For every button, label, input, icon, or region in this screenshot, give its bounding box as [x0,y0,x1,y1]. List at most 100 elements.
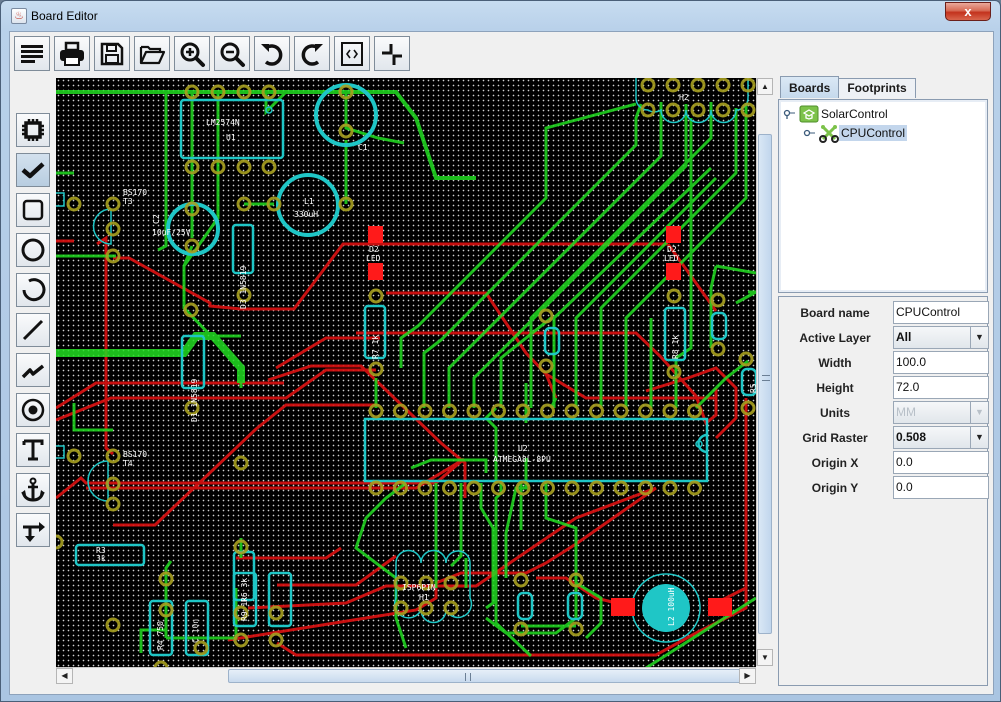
r5-ref-label: R5 [749,383,756,393]
height-field[interactable]: 72.0 [893,376,989,399]
save-button[interactable] [94,36,130,71]
prop-active-layer: Active Layer All ▼ [779,326,989,350]
r7-label: R7 1k [371,335,380,359]
tool-circle[interactable] [16,233,50,267]
code-icon [341,41,363,66]
window-title: Board Editor [31,9,98,23]
pad [589,403,604,419]
scroll-left-arrow[interactable]: ◀ [56,668,73,684]
tool-arc[interactable] [16,273,50,307]
tool-move[interactable] [16,513,50,547]
tree-item-solarcontrol[interactable]: SolarControl [783,105,890,123]
origin-y-field[interactable]: 0.0 [893,476,989,499]
close-button[interactable]: x [945,2,991,21]
origin-x-field[interactable]: 0.0 [893,451,989,474]
vertical-scrollbar[interactable]: ▲ ▼ [756,78,773,666]
chevron-down-icon[interactable]: ▼ [970,327,988,348]
combo-value: MM [896,405,916,419]
tool-palette [16,113,50,547]
d1-label: D1 1N5819 [190,378,199,422]
pad [640,78,656,93]
d2b-value-label: LED [664,254,679,263]
tree-label: SolarControl [821,107,888,121]
track [277,554,397,587]
pad [665,102,681,118]
pad [393,403,408,419]
grid-raster-select[interactable]: 0.508 ▼ [893,426,989,449]
width-field[interactable]: 100.0 [893,351,989,374]
t3-left-pad-outline [56,192,65,207]
menu-button[interactable] [14,36,50,71]
active-layer-select[interactable]: All ▼ [893,326,989,349]
prop-origin-y: Origin Y 0.0 [779,476,989,500]
pad [105,617,121,633]
print-button[interactable] [54,36,90,71]
tab-boards[interactable]: Boards [780,76,840,98]
tool-track[interactable] [16,353,50,387]
tool-line[interactable] [16,313,50,347]
scroll-up-arrow[interactable]: ▲ [757,78,773,95]
track [96,235,114,456]
t3-ref-label: T3 [123,197,133,206]
u1-ref-label: U1 [226,133,236,142]
tool-text[interactable] [16,433,50,467]
text-icon [22,439,44,461]
prop-width: Width 100.0 [779,351,989,375]
track [694,359,749,410]
pad [261,159,277,175]
scroll-down-arrow[interactable]: ▼ [757,649,773,666]
pad [233,455,249,471]
chevron-down-icon[interactable]: ▼ [970,427,988,448]
open-button[interactable] [134,36,170,71]
combo-value: All [896,330,912,344]
horizontal-scrollbar[interactable]: ◀ ▶ [56,667,756,684]
menu-icon [21,44,43,63]
h1-value-label: ISP6PIN [402,583,436,592]
track [645,366,738,440]
d3-label: D3 1N5819 [239,265,248,309]
board-canvas[interactable]: LM2574N U1 C1 L1 330uH C2 10uF/25V BS170… [56,78,756,668]
prop-label: Origin X [811,456,859,470]
prop-label: Height [816,381,854,395]
code-view-button[interactable] [334,36,370,71]
tree-expand-handle-icon[interactable] [783,109,797,119]
origin-button[interactable] [374,36,410,71]
via-icon [21,398,45,422]
track [575,581,603,640]
horizontal-scroll-thumb[interactable] [228,669,746,683]
board-editor-window: ♨ Board Editor x LM2574N U1 C1 L1 330uH … [0,0,1001,702]
track [56,332,245,383]
pad [715,78,731,93]
tool-anchor[interactable] [16,473,50,507]
tool-component[interactable] [16,113,50,147]
tab-footprints[interactable]: Footprints [838,78,916,98]
t4-left-pad-outline [56,445,65,459]
track [715,264,756,275]
board-name-field[interactable]: CPUControl [893,301,989,324]
rectangle-icon [22,199,44,221]
zoom-in-button[interactable] [174,36,210,71]
pad [105,196,121,212]
java-app-icon: ♨ [11,8,27,24]
line-icon [22,319,44,341]
grip-icon [762,375,770,381]
t4-ref-label: T4 [123,459,133,468]
tool-select[interactable] [16,153,50,187]
pad [613,403,629,419]
tree-item-cpucontrol[interactable]: CPUControl [803,124,908,143]
pad [740,102,756,118]
vertical-scroll-thumb[interactable] [758,134,772,634]
undo-button[interactable] [254,36,290,71]
scroll-right-arrow[interactable]: ▶ [739,668,756,684]
l2-body [642,584,690,632]
undo-icon [261,43,283,66]
track [479,483,495,610]
main-toolbar [14,36,410,72]
title-bar[interactable]: ♨ Board Editor x [1,1,1000,31]
d2-value-label: LED [366,254,381,263]
tool-rectangle[interactable] [16,193,50,227]
redo-button[interactable] [294,36,330,71]
tool-via[interactable] [16,393,50,427]
pad [564,480,580,496]
zoom-out-button[interactable] [214,36,250,71]
